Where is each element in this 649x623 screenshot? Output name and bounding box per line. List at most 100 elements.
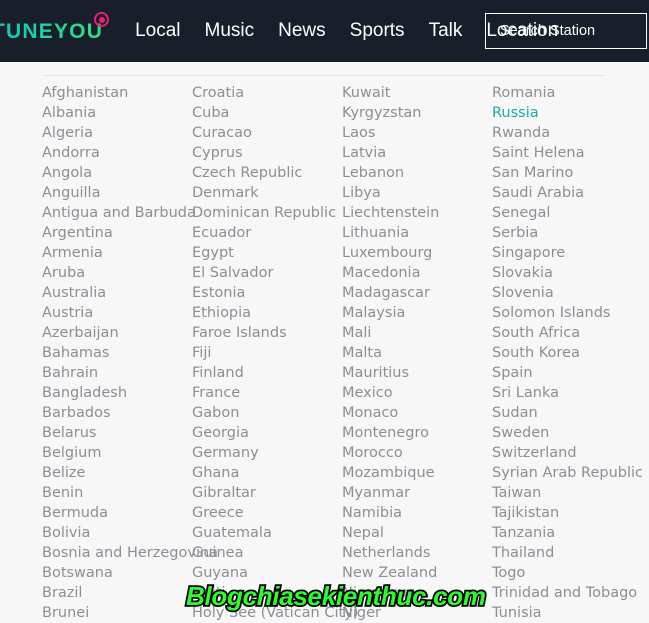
country-link[interactable]: Nepal bbox=[342, 523, 492, 543]
country-link[interactable]: Australia bbox=[42, 283, 192, 303]
nav-item-music[interactable]: Music bbox=[193, 0, 267, 62]
country-link[interactable]: Albania bbox=[42, 103, 192, 123]
country-link[interactable]: Mozambique bbox=[342, 463, 492, 483]
country-link[interactable]: Guyana bbox=[192, 563, 342, 583]
country-link[interactable]: Netherlands bbox=[342, 543, 492, 563]
country-link[interactable]: Egypt bbox=[192, 243, 342, 263]
country-link[interactable]: Bosnia and Herzegovina bbox=[42, 543, 218, 563]
nav-item-talk[interactable]: Talk bbox=[417, 0, 475, 62]
country-link[interactable]: Luxembourg bbox=[342, 243, 492, 263]
country-link[interactable]: Monaco bbox=[342, 403, 492, 423]
country-link[interactable]: Myanmar bbox=[342, 483, 492, 503]
country-link[interactable]: Bahamas bbox=[42, 343, 192, 363]
country-link[interactable]: Estonia bbox=[192, 283, 342, 303]
country-link[interactable]: Solomon Islands bbox=[492, 303, 649, 323]
nav-item-sports[interactable]: Sports bbox=[338, 0, 417, 62]
country-link[interactable]: Algeria bbox=[42, 123, 192, 143]
country-link[interactable]: Tunisia bbox=[492, 603, 649, 623]
country-link[interactable]: Bahrain bbox=[42, 363, 192, 383]
country-link[interactable]: South Korea bbox=[492, 343, 649, 363]
country-link[interactable]: Russia bbox=[492, 103, 649, 123]
country-link[interactable]: Cyprus bbox=[192, 143, 342, 163]
country-link[interactable]: Lithuania bbox=[342, 223, 492, 243]
country-link[interactable]: Czech Republic bbox=[192, 163, 342, 183]
country-link[interactable]: Latvia bbox=[342, 143, 492, 163]
country-link[interactable]: Tanzania bbox=[492, 523, 649, 543]
country-link[interactable]: Mauritius bbox=[342, 363, 492, 383]
country-link[interactable]: San Marino bbox=[492, 163, 649, 183]
country-link[interactable]: Denmark bbox=[192, 183, 342, 203]
country-link[interactable]: Senegal bbox=[492, 203, 649, 223]
country-link[interactable]: Greece bbox=[192, 503, 342, 523]
country-link[interactable]: Curacao bbox=[192, 123, 342, 143]
country-link[interactable]: Niger bbox=[342, 603, 492, 623]
country-link[interactable]: Georgia bbox=[192, 423, 342, 443]
country-link[interactable]: Singapore bbox=[492, 243, 649, 263]
country-link[interactable]: Libya bbox=[342, 183, 492, 203]
country-link[interactable]: Slovakia bbox=[492, 263, 649, 283]
country-link[interactable]: Botswana bbox=[42, 563, 192, 583]
country-link[interactable]: Morocco bbox=[342, 443, 492, 463]
country-link[interactable]: Namibia bbox=[342, 503, 492, 523]
country-link[interactable]: Malta bbox=[342, 343, 492, 363]
country-link[interactable]: El Salvador bbox=[192, 263, 342, 283]
country-link[interactable]: Spain bbox=[492, 363, 649, 383]
country-link[interactable]: Saint Helena bbox=[492, 143, 649, 163]
country-link[interactable]: Lebanon bbox=[342, 163, 492, 183]
country-link[interactable]: Romania bbox=[492, 83, 649, 103]
country-link[interactable]: Belarus bbox=[42, 423, 192, 443]
country-link[interactable]: Guatemala bbox=[192, 523, 342, 543]
country-link[interactable]: Antigua and Barbuda bbox=[42, 203, 196, 223]
country-link[interactable]: Nicaragua bbox=[342, 583, 492, 603]
country-link[interactable]: Saudi Arabia bbox=[492, 183, 649, 203]
country-link[interactable]: Togo bbox=[492, 563, 649, 583]
country-link[interactable]: Benin bbox=[42, 483, 192, 503]
country-link[interactable]: Bermuda bbox=[42, 503, 192, 523]
country-link[interactable]: Finland bbox=[192, 363, 342, 383]
country-link[interactable]: Ethiopia bbox=[192, 303, 342, 323]
country-link[interactable]: Syrian Arab Republic bbox=[492, 463, 649, 483]
country-link[interactable]: Rwanda bbox=[492, 123, 649, 143]
country-link[interactable]: South Africa bbox=[492, 323, 649, 343]
country-link[interactable]: Kyrgyzstan bbox=[342, 103, 492, 123]
country-link[interactable]: Sri Lanka bbox=[492, 383, 649, 403]
country-link[interactable]: Gabon bbox=[192, 403, 342, 423]
country-link[interactable]: Macedonia bbox=[342, 263, 492, 283]
country-link[interactable]: Montenegro bbox=[342, 423, 492, 443]
country-link[interactable]: Mexico bbox=[342, 383, 492, 403]
country-link[interactable]: Belize bbox=[42, 463, 192, 483]
country-link[interactable]: Switzerland bbox=[492, 443, 649, 463]
country-link[interactable]: Bangladesh bbox=[42, 383, 192, 403]
country-link[interactable]: Mali bbox=[342, 323, 492, 343]
country-link[interactable]: Bolivia bbox=[42, 523, 192, 543]
country-link[interactable]: Croatia bbox=[192, 83, 342, 103]
country-link[interactable]: Ghana bbox=[192, 463, 342, 483]
country-link[interactable]: Germany bbox=[192, 443, 342, 463]
country-link[interactable]: Armenia bbox=[42, 243, 192, 263]
country-link[interactable]: Guinea bbox=[192, 543, 342, 563]
nav-item-news[interactable]: News bbox=[266, 0, 338, 62]
country-link[interactable]: Thailand bbox=[492, 543, 649, 563]
country-link[interactable]: Faroe Islands bbox=[192, 323, 342, 343]
country-link[interactable]: Holy See (Vatican City) bbox=[192, 603, 358, 623]
country-link[interactable]: Andorra bbox=[42, 143, 192, 163]
country-link[interactable]: Argentina bbox=[42, 223, 192, 243]
country-link[interactable]: Kuwait bbox=[342, 83, 492, 103]
country-link[interactable]: Laos bbox=[342, 123, 492, 143]
country-link[interactable]: Dominican Republic bbox=[192, 203, 342, 223]
search-station-box[interactable] bbox=[485, 13, 649, 49]
search-input[interactable] bbox=[500, 23, 649, 39]
site-logo[interactable]: TUNEYOU bbox=[0, 0, 110, 62]
country-link[interactable]: Sweden bbox=[492, 423, 649, 443]
nav-item-local[interactable]: Local bbox=[123, 0, 192, 62]
country-link[interactable]: Trinidad and Tobago bbox=[492, 583, 649, 603]
country-link[interactable]: Austria bbox=[42, 303, 192, 323]
country-link[interactable]: Brazil bbox=[42, 583, 192, 603]
country-link[interactable]: Belgium bbox=[42, 443, 192, 463]
country-link[interactable]: Taiwan bbox=[492, 483, 649, 503]
country-link[interactable]: Angola bbox=[42, 163, 192, 183]
country-link[interactable]: Malaysia bbox=[342, 303, 492, 323]
country-link[interactable]: Tajikistan bbox=[492, 503, 649, 523]
country-link[interactable]: Liechtenstein bbox=[342, 203, 492, 223]
country-link[interactable]: Madagascar bbox=[342, 283, 492, 303]
